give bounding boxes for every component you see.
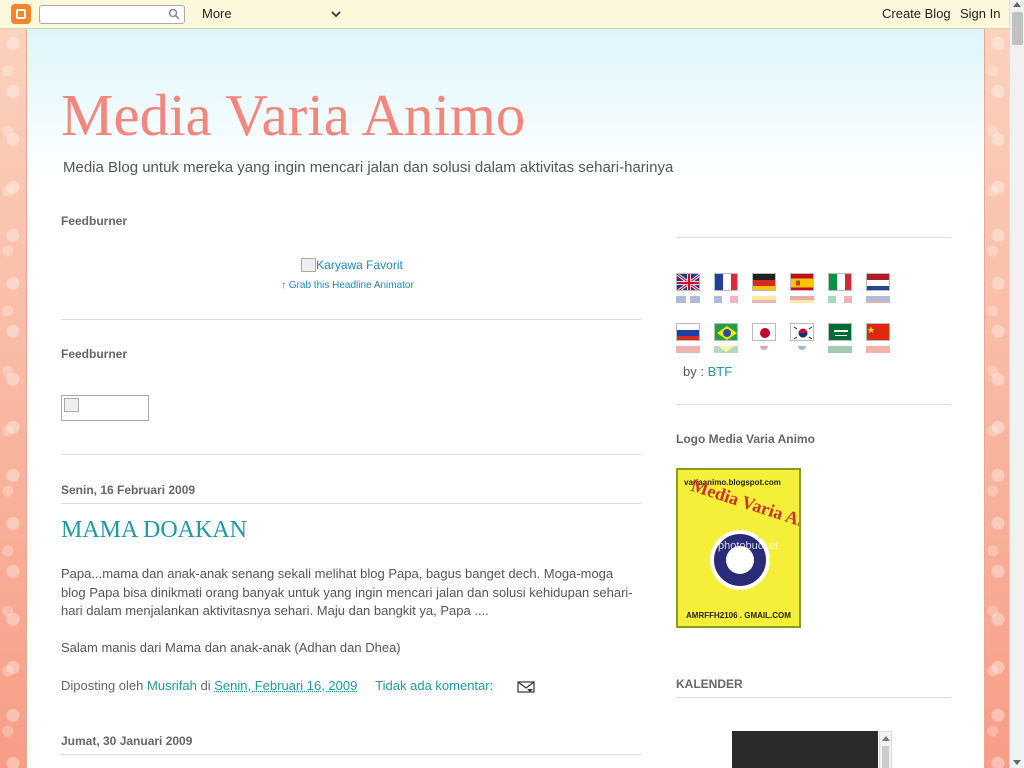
divider bbox=[61, 319, 641, 320]
post-footer: Diposting oleh Musrifah di Senin, Februa… bbox=[61, 678, 535, 693]
create-blog-link[interactable]: Create Blog bbox=[882, 6, 951, 21]
calendar-widget[interactable] bbox=[732, 731, 878, 768]
divider bbox=[676, 697, 951, 698]
brazil-flag-icon[interactable] bbox=[714, 323, 738, 355]
scroll-up-icon[interactable] bbox=[1013, 2, 1021, 7]
logo-watermark: photobucket bbox=[718, 540, 778, 552]
french-flag-icon[interactable] bbox=[714, 273, 738, 305]
at-label: di bbox=[200, 678, 211, 693]
japan-flag-icon[interactable] bbox=[752, 323, 776, 355]
divider bbox=[61, 454, 641, 455]
broken-image-icon bbox=[64, 398, 79, 412]
widget-title-calendar: KALENDER bbox=[676, 677, 743, 691]
email-post-icon[interactable] bbox=[517, 680, 535, 693]
broken-image-icon bbox=[301, 258, 317, 272]
blog-title[interactable]: Media Varia Animo bbox=[61, 81, 525, 150]
korea-flag-icon[interactable] bbox=[790, 323, 814, 355]
post-date-header: Senin, 16 Februari 2009 bbox=[61, 483, 196, 497]
chevron-down-icon[interactable] bbox=[330, 8, 342, 20]
post-paragraph: Papa...mama dan anak-anak senang sekali … bbox=[61, 566, 633, 618]
italian-flag-icon[interactable] bbox=[828, 273, 852, 305]
btf-link[interactable]: BTF bbox=[708, 364, 733, 379]
english-flag-icon[interactable] bbox=[676, 273, 700, 305]
right-decorative-border bbox=[985, 29, 1009, 768]
calendar-scrollbar[interactable] bbox=[879, 731, 892, 768]
grab-headline-link[interactable]: ↑ Grab this Headline Animator bbox=[281, 280, 414, 291]
scroll-up-icon[interactable] bbox=[882, 736, 890, 741]
post-paragraph: Salam manis dari Mama dan anak-anak (Adh… bbox=[61, 639, 401, 655]
divider bbox=[676, 404, 951, 405]
scroll-down-icon[interactable] bbox=[1013, 760, 1021, 765]
posted-by-label: Diposting oleh bbox=[61, 678, 144, 693]
china-flag-icon[interactable] bbox=[866, 323, 890, 355]
media-varia-animo-logo[interactable]: variaanimo.blogspot.com Media Varia Anim… bbox=[676, 468, 801, 628]
more-dropdown-label[interactable]: More bbox=[202, 6, 232, 21]
search-input[interactable] bbox=[39, 5, 185, 24]
post-title[interactable]: MAMA DOAKAN bbox=[61, 517, 247, 544]
blog-description: Media Blog untuk mereka yang ingin menca… bbox=[63, 159, 674, 176]
feedburner-image[interactable] bbox=[61, 395, 149, 421]
scrollbar-thumb[interactable] bbox=[1012, 12, 1023, 45]
widget-title-feedburner-2: Feedburner bbox=[61, 347, 128, 361]
author-link[interactable]: Musrifah bbox=[147, 678, 197, 693]
divider bbox=[676, 237, 951, 238]
divider bbox=[61, 754, 641, 755]
dutch-flag-icon[interactable] bbox=[866, 273, 890, 305]
spanish-flag-icon[interactable] bbox=[790, 273, 814, 305]
blogger-logo-icon[interactable] bbox=[11, 4, 31, 24]
saudi-flag-icon[interactable] bbox=[828, 323, 852, 355]
by-label: by : bbox=[683, 364, 704, 379]
blog-content: Media Varia Animo Media Blog untuk merek… bbox=[26, 29, 985, 768]
widget-title-feedburner: Feedburner bbox=[61, 214, 128, 228]
search-icon[interactable] bbox=[168, 8, 180, 20]
post-timestamp-link[interactable]: Senin, Februari 16, 2009 bbox=[214, 678, 357, 693]
page-scrollbar[interactable] bbox=[1009, 0, 1024, 768]
post-date-header: Jumat, 30 Januari 2009 bbox=[61, 734, 193, 748]
headline-animator-image[interactable]: Karyawa Favorit bbox=[296, 258, 408, 276]
german-flag-icon[interactable] bbox=[752, 273, 776, 305]
comments-link[interactable]: Tidak ada komentar: bbox=[375, 678, 493, 693]
russian-flag-icon[interactable] bbox=[676, 323, 700, 355]
logo-emblem bbox=[710, 530, 770, 590]
widget-title-logo: Logo Media Varia Animo bbox=[676, 432, 815, 446]
divider bbox=[61, 503, 641, 504]
blogger-navbar: More Create Blog Sign In bbox=[0, 0, 1024, 29]
left-decorative-border bbox=[0, 29, 26, 768]
sign-in-link[interactable]: Sign In bbox=[960, 6, 1000, 21]
post-body: Papa...mama dan anak-anak senang sekali … bbox=[61, 565, 641, 657]
translator-credit: by : BTF bbox=[683, 364, 732, 379]
logo-email-text: AMRFFH2106 . GMAIL.COM bbox=[686, 611, 791, 620]
